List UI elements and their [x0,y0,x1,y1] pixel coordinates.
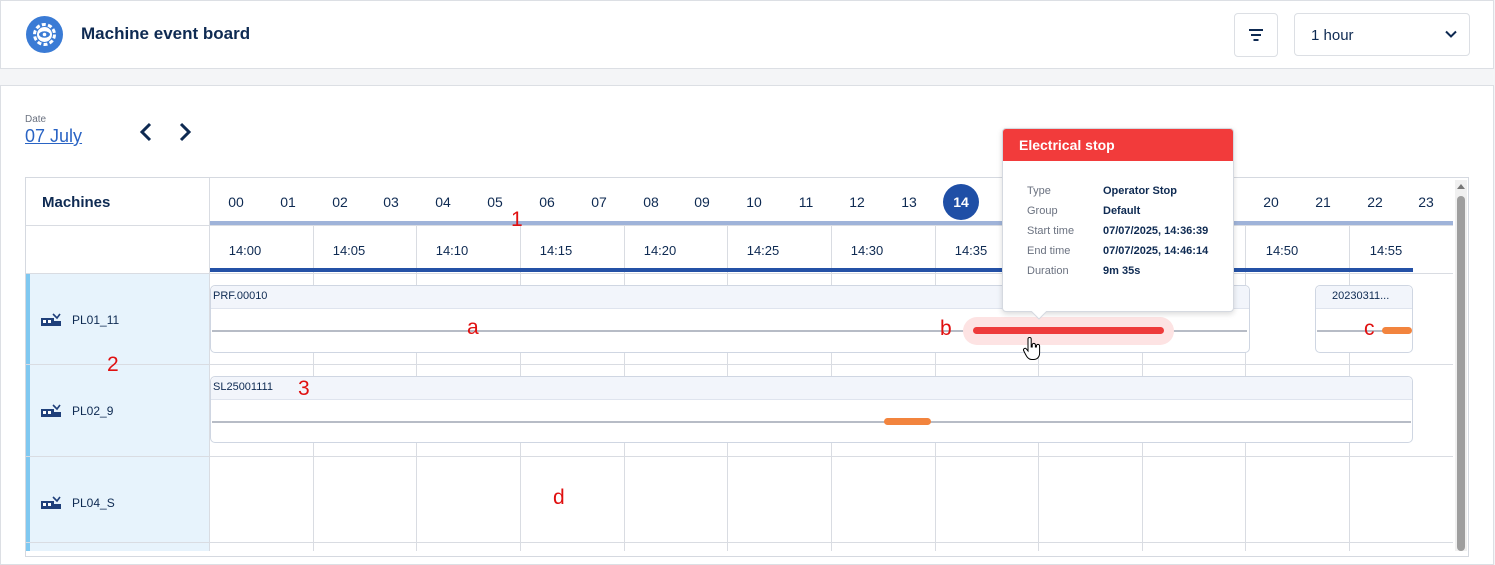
minute-label: 14:30 [850,243,884,258]
hour-label[interactable]: 13 [894,194,924,210]
hour-label[interactable]: 08 [636,194,666,210]
hour-label[interactable]: 23 [1411,194,1441,210]
grid-line [26,273,1453,274]
order-label: 20230311... [1332,290,1390,302]
grid-line [26,364,1453,365]
timeline-grid [25,177,1469,557]
machine-icon [41,496,61,509]
hour-label[interactable]: 12 [842,194,872,210]
chevron-left-icon [139,122,152,142]
minute-label: 14:20 [643,243,677,258]
tooltip-pointer [1030,310,1048,320]
date-label: Date [25,114,47,125]
machine-name: PL01_11 [72,313,120,327]
time-range-value: 1 hour [1311,27,1354,44]
filter-button[interactable] [1234,13,1278,57]
grid-line [26,225,1453,226]
minute-label: 14:55 [1369,243,1403,258]
hour-scale-bar [210,221,1453,225]
order-label: PRF.00010 [213,290,268,302]
scroll-up-icon[interactable] [1457,183,1465,191]
event-segment[interactable] [884,418,931,425]
machines-column-header: Machines [42,194,111,211]
hour-label[interactable]: 02 [325,194,355,210]
hour-label[interactable]: 00 [221,194,251,210]
electrical-stop-event[interactable] [973,327,1164,334]
tooltip-value: Default [1103,205,1141,217]
minute-label: 14:10 [435,243,469,258]
annotation-1: 1 [511,208,523,231]
vertical-scrollbar[interactable] [1455,180,1467,551]
chevron-down-icon [1445,30,1457,38]
minute-label: 14:35 [954,243,988,258]
machine-name: PL04_S [72,496,115,510]
order-track [212,421,1411,423]
hour-label-active[interactable]: 14 [943,184,979,220]
machine-row-next[interactable] [26,543,209,551]
hour-label[interactable]: 06 [532,194,562,210]
minute-label: 14:05 [332,243,366,258]
date-picker[interactable]: 07 July [25,126,82,147]
hour-label[interactable]: 11 [791,194,821,210]
annotation-2: 2 [107,353,119,376]
grid-line [26,542,1453,543]
hour-label[interactable]: 05 [480,194,510,210]
tooltip-value: 07/07/2025, 14:46:14 [1103,245,1209,257]
hour-label[interactable]: 07 [584,194,614,210]
machine-icon [41,313,61,326]
filter-icon [1249,29,1263,41]
order-track [1317,330,1387,332]
tooltip-value: Operator Stop [1103,185,1177,197]
page-title: Machine event board [81,24,251,43]
hour-label[interactable]: 21 [1308,194,1338,210]
event-segment[interactable] [1382,327,1412,334]
hour-label[interactable]: 01 [273,194,303,210]
chevron-right-icon [179,122,192,142]
minute-label: 14:50 [1265,243,1299,258]
hour-label[interactable]: 20 [1256,194,1286,210]
annotation-a: a [467,316,479,339]
hour-label[interactable]: 09 [687,194,717,210]
tooltip-key: Duration [1027,265,1069,277]
machine-name: PL02_9 [72,404,114,418]
hour-label[interactable]: 03 [376,194,406,210]
annotation-c: c [1364,317,1375,340]
tooltip-value: 9m 35s [1103,265,1141,277]
minute-label: 14:15 [539,243,573,258]
minute-label: 14:25 [746,243,780,258]
hour-label[interactable]: 04 [428,194,458,210]
production-order-block[interactable]: SL25001111 [210,376,1413,443]
grid-line [26,456,1453,457]
event-tooltip: Electrical stop Type Operator Stop Group… [1002,128,1234,312]
gear-eye-icon [26,16,63,53]
time-range-select[interactable]: 1 hour [1294,13,1470,56]
tooltip-key: Group [1027,205,1058,217]
tooltip-title: Electrical stop [1019,137,1115,153]
next-day-button[interactable] [173,120,197,144]
prev-day-button[interactable] [134,120,158,144]
tooltip-key: Start time [1027,225,1075,237]
annotation-d: d [553,486,565,509]
machine-icon [41,404,61,417]
annotation-b: b [940,317,952,340]
hour-label[interactable]: 10 [739,194,769,210]
tooltip-key: Type [1027,185,1051,197]
order-label: SL25001111 [213,381,273,393]
scrollbar-thumb[interactable] [1457,196,1465,551]
hand-cursor-icon [1023,337,1041,360]
tooltip-value: 07/07/2025, 14:36:39 [1103,225,1209,237]
minute-label: 14:00 [228,243,262,258]
annotation-3: 3 [298,377,310,400]
hour-label[interactable]: 22 [1360,194,1390,210]
tooltip-key: End time [1027,245,1071,257]
